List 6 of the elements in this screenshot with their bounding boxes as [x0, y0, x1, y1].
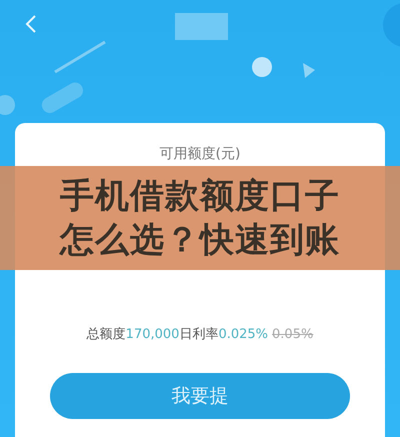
back-icon[interactable] [24, 14, 38, 34]
available-label: 可用额度(元) [160, 145, 240, 163]
credit-summary: 总额度170,000 日利率0.025% 0.05% [86, 326, 314, 343]
banner-title: 手机借款额度口子 [60, 175, 340, 218]
withdraw-button[interactable]: 我要提 [50, 373, 350, 419]
banner-title: 怎么选？快速到账 [60, 219, 340, 262]
